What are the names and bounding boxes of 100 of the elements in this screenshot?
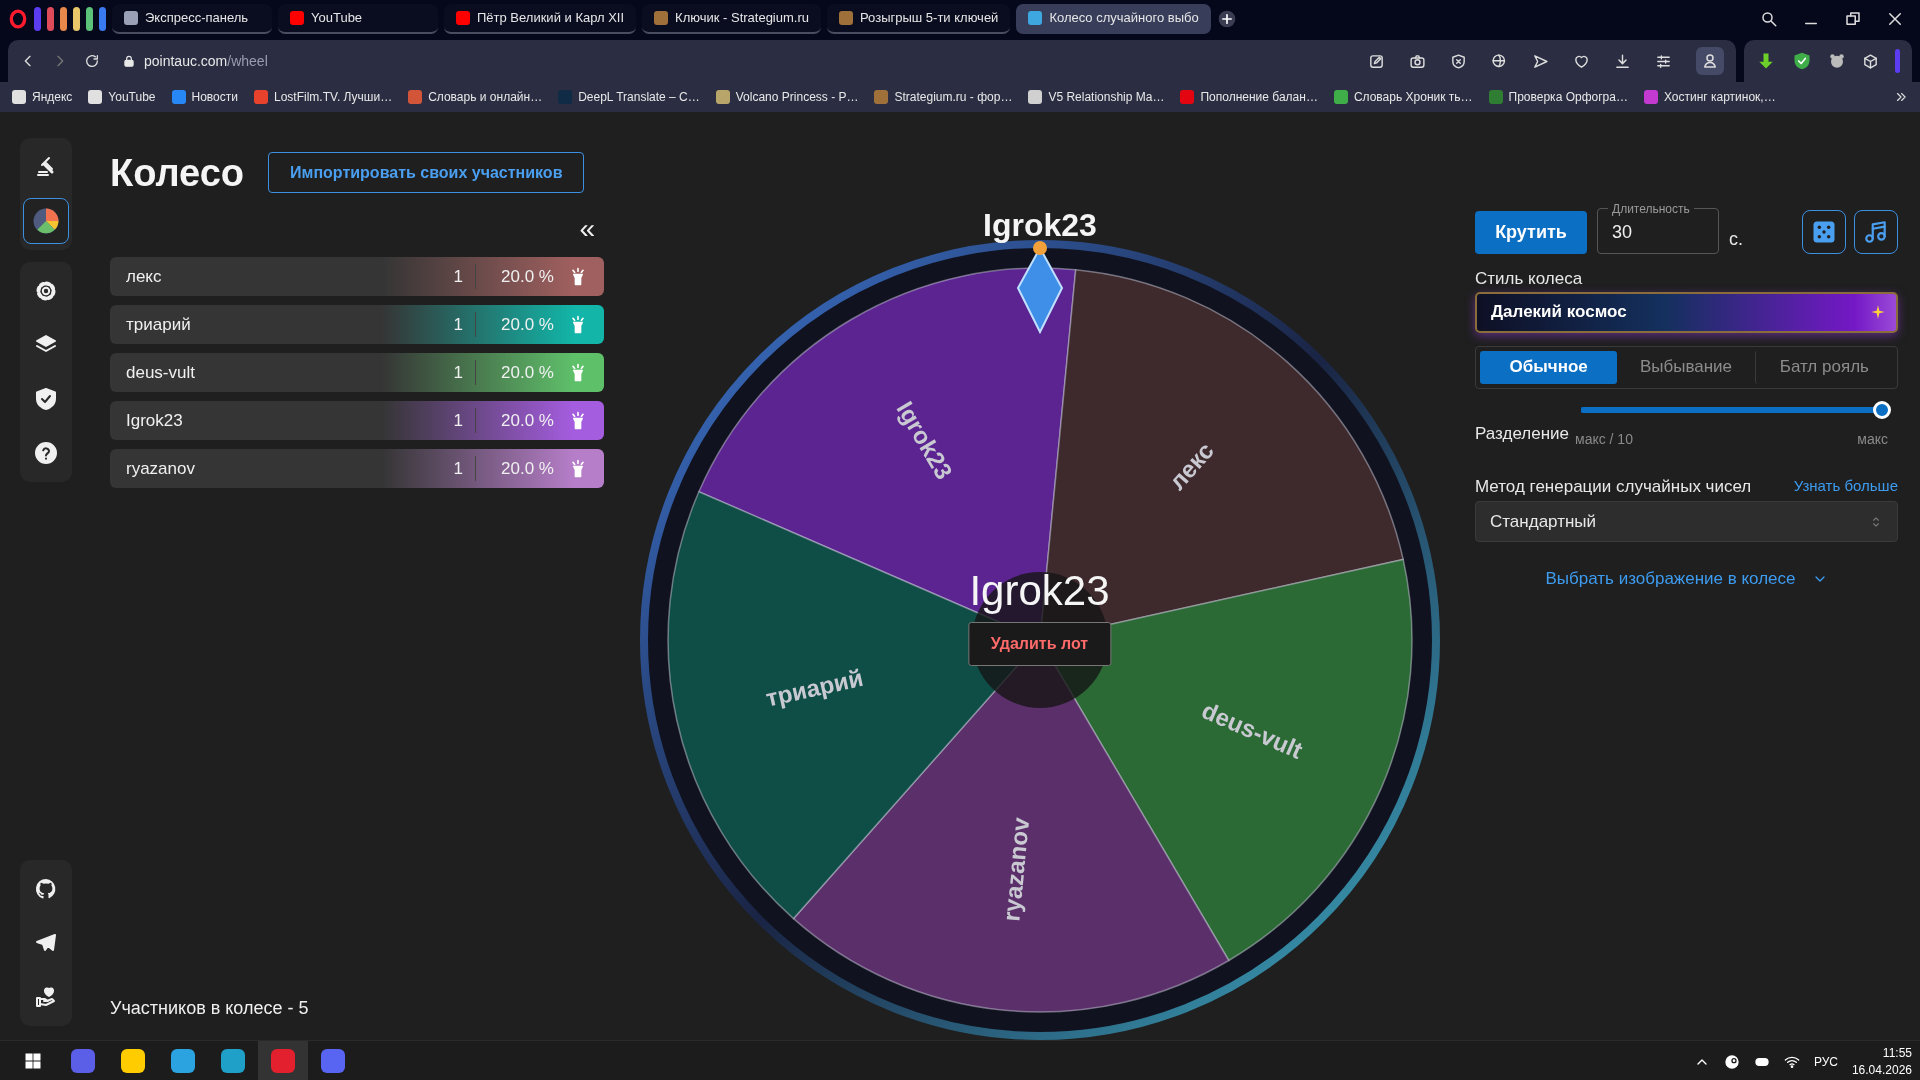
duration-label: Длительность xyxy=(1611,201,1691,216)
bookmark-link[interactable]: Пополнение балан… xyxy=(1180,88,1318,106)
tab-title: Колесо случайного выбо xyxy=(1049,9,1199,28)
participant-amount: 1 xyxy=(436,455,476,482)
workspace-icon[interactable] xyxy=(86,7,93,31)
github-icon xyxy=(34,877,58,901)
split-min-label: макс / 10 xyxy=(1575,429,1633,449)
translate-icon[interactable] xyxy=(1491,52,1508,70)
music-button[interactable] xyxy=(1854,210,1898,254)
workspace-icon[interactable] xyxy=(73,7,80,31)
clock-date[interactable]: 16.04.2026 xyxy=(1851,1061,1912,1078)
import-button[interactable]: Импортировать своих участников xyxy=(268,152,585,193)
browser-tab[interactable]: Ключик - Strategium.ru xyxy=(642,4,821,34)
participant-name: deus-vult xyxy=(126,361,196,384)
browser-tab[interactable]: Пётр Великий и Карл XII xyxy=(444,4,637,34)
collapse-button[interactable]: « xyxy=(578,215,596,243)
tab-title: Ключик - Strategium.ru xyxy=(675,9,809,28)
reload-icon[interactable] xyxy=(84,53,100,69)
segment-label: ryazanov xyxy=(996,816,1034,923)
image-picker-button[interactable]: Выбрать изображение в колесе xyxy=(1533,560,1840,598)
rng-select[interactable]: Стандартный xyxy=(1475,501,1898,542)
mode-tab[interactable]: Выбывание xyxy=(1617,350,1755,384)
person-icon xyxy=(1701,52,1719,70)
heart-hand-icon xyxy=(34,985,58,1009)
browser-tab[interactable]: Розыгрыш 5-ти ключей xyxy=(827,4,1011,34)
tab-title: Экспресс-панель xyxy=(145,9,249,28)
bookmark-link[interactable]: Strategium.ru - фор… xyxy=(874,88,1013,106)
settings-icon[interactable] xyxy=(1655,52,1672,70)
settings-icon xyxy=(34,279,58,303)
bookmark-link[interactable]: Проверка Орфогра… xyxy=(1488,88,1628,106)
download-icon[interactable] xyxy=(1614,52,1631,70)
new-tab-icon[interactable] xyxy=(1216,9,1237,29)
shield-icon[interactable] xyxy=(1792,51,1812,71)
mode-tab[interactable]: Обычное xyxy=(1480,350,1618,384)
bookmark-link[interactable]: Словарь Хроник ть… xyxy=(1333,88,1473,106)
snapshot-edit-icon[interactable] xyxy=(1368,52,1385,70)
close-icon[interactable] xyxy=(1886,10,1904,28)
mode-tab[interactable]: Батл рояль xyxy=(1754,350,1893,384)
bookmark-link[interactable]: Новости xyxy=(171,88,238,106)
split-label: Разделение xyxy=(1475,422,1570,445)
send-icon[interactable] xyxy=(1532,52,1549,70)
participants-count: Участников в колесе - 5 xyxy=(110,997,310,1020)
bookmark-link[interactable]: LostFilm.TV. Лучши… xyxy=(253,88,393,106)
duration-field[interactable]: Длительность 30 xyxy=(1597,201,1719,254)
shield-icon[interactable] xyxy=(1450,52,1467,70)
duration-input[interactable]: 30 xyxy=(1598,215,1718,250)
workspace-icon[interactable] xyxy=(99,7,106,31)
participant-percent: 20.0 % xyxy=(500,457,554,480)
bookmark-link[interactable]: DeepL Translate – C… xyxy=(558,88,700,106)
workspace-icon[interactable] xyxy=(47,7,54,31)
sidebar-indicator xyxy=(1895,49,1900,73)
participant-percent: 20.0 % xyxy=(500,265,554,288)
participant-name: триарий xyxy=(126,313,192,336)
browser-tab[interactable]: Колесо случайного выбо xyxy=(1016,4,1211,34)
wheel-style-select[interactable]: Далекий космос xyxy=(1475,291,1898,333)
bookmark-link[interactable]: Хостинг картинок,… xyxy=(1643,88,1776,106)
sidebar-item[interactable] xyxy=(23,198,69,244)
learn-more-link[interactable]: Узнать больше xyxy=(1793,475,1898,498)
sparkle-icon xyxy=(1870,304,1886,320)
search-icon[interactable] xyxy=(1760,10,1778,28)
cube-icon[interactable] xyxy=(1862,52,1879,70)
winner-label: Igrok23 xyxy=(982,207,1097,243)
profile-button[interactable] xyxy=(1696,47,1724,75)
bookmark-link[interactable]: V5 Relationship Ma… xyxy=(1028,88,1165,106)
participant-name: ryazanov xyxy=(126,457,196,480)
participant-name: Igrok23 xyxy=(126,409,184,432)
delete-button[interactable]: Удалить лот xyxy=(967,622,1112,666)
bear-icon[interactable] xyxy=(1828,52,1846,70)
participant-amount: 1 xyxy=(436,311,476,338)
style-label: Стиль колеса xyxy=(1475,268,1584,290)
pie-chart-icon xyxy=(31,206,61,236)
tab-title: Розыгрыш 5-ти ключей xyxy=(860,9,999,28)
restore-icon[interactable] xyxy=(1844,10,1862,28)
url-path[interactable]: /wheel xyxy=(227,50,268,72)
url-host[interactable]: pointauc.com xyxy=(144,50,228,72)
music-icon xyxy=(1863,219,1889,245)
winner-name: Igrok23 xyxy=(969,570,1110,612)
language-indicator[interactable]: РУС xyxy=(1813,1052,1838,1071)
bookmark-link[interactable]: Яндекс xyxy=(12,88,73,106)
bookmark-link[interactable]: Словарь и онлайн… xyxy=(408,88,543,106)
help-icon xyxy=(34,441,58,465)
clock-time[interactable]: 11:55 xyxy=(1851,1045,1912,1062)
shield-check-icon xyxy=(34,387,58,411)
camera-icon[interactable] xyxy=(1409,52,1426,70)
participant-name: лекс xyxy=(126,265,163,288)
bookmark-link[interactable]: Volcano Princess - P… xyxy=(715,88,859,106)
rng-label: Метод генерации случайных чисел xyxy=(1475,475,1752,498)
more-bookmarks-icon[interactable] xyxy=(1894,90,1908,104)
participant-percent: 20.0 % xyxy=(500,361,554,384)
bookmark-link[interactable]: YouTube xyxy=(88,88,156,106)
duration-unit: с. xyxy=(1729,227,1743,251)
spin-button[interactable]: Крутить xyxy=(1475,210,1587,254)
split-slider-thumb[interactable] xyxy=(1873,400,1891,419)
browser-tab[interactable]: YouTube xyxy=(278,4,438,34)
random-button[interactable] xyxy=(1802,210,1846,254)
split-max-label: макс xyxy=(1857,429,1888,449)
browser-logo-icon[interactable] xyxy=(8,9,28,29)
workspace-icon[interactable] xyxy=(60,7,67,31)
tab-title: YouTube xyxy=(311,9,363,28)
browser-tab[interactable]: Экспресс-панель xyxy=(112,4,272,34)
